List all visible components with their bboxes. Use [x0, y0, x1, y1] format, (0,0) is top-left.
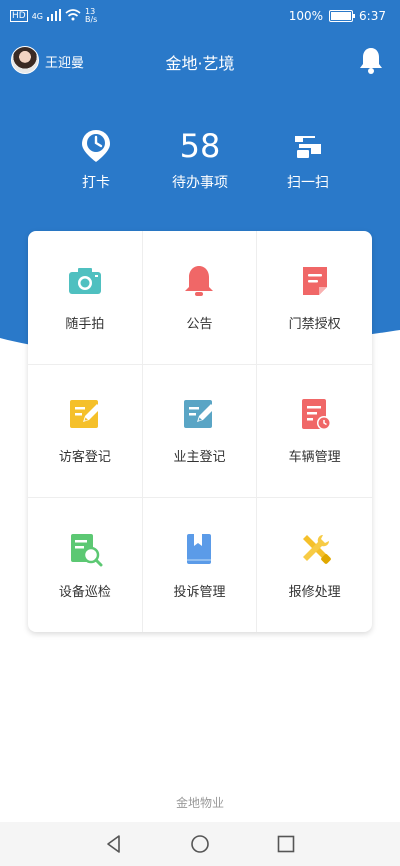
- grid-item-label: 门禁授权: [288, 316, 341, 332]
- battery-percent: 100%: [288, 9, 324, 23]
- clock-time: 6:37: [359, 9, 386, 23]
- back-icon[interactable]: [104, 834, 124, 854]
- grid-item-label: 访客登记: [58, 450, 111, 466]
- grid-item-label: 设备巡检: [58, 584, 111, 600]
- scan-icon: [295, 136, 321, 158]
- grid-item-label: 业主登记: [173, 450, 226, 466]
- wifi-icon: [65, 8, 81, 24]
- network-indicator: HD: [10, 10, 28, 22]
- todo-count: 58: [179, 127, 221, 165]
- top-bar: 王迎曼 金地·艺境: [0, 42, 400, 78]
- grid-item-access-control[interactable]: 门禁授权: [257, 231, 372, 365]
- clock-in-label: 打卡: [82, 175, 110, 191]
- grid-item-announcement[interactable]: 公告: [142, 231, 258, 365]
- scan-button[interactable]: 扫一扫: [248, 128, 368, 192]
- inspect-icon: [70, 533, 103, 567]
- footer-brand: 金地物业: [175, 796, 224, 810]
- todo-label: 待办事项: [172, 175, 228, 191]
- list-clock-icon: [301, 399, 331, 431]
- edit-icon: [69, 400, 101, 429]
- recent-apps-icon[interactable]: [276, 834, 296, 854]
- grid-item-owner-register[interactable]: 业主登记: [142, 364, 258, 499]
- grid-item-complaint-management[interactable]: 投诉管理: [143, 498, 258, 632]
- bell-icon: [185, 265, 214, 296]
- signal-icon: [47, 8, 61, 24]
- notification-bell-icon[interactable]: [358, 46, 384, 74]
- home-icon[interactable]: [190, 834, 210, 854]
- note-icon: [302, 266, 327, 295]
- grid-item-snapshot[interactable]: 随手拍: [28, 231, 143, 365]
- clock-icon: [82, 130, 110, 162]
- battery-icon: [329, 10, 356, 22]
- grid-item-visitor-register[interactable]: 访客登记: [28, 364, 143, 499]
- grid-item-label: 报修处理: [288, 584, 341, 600]
- scan-label: 扫一扫: [287, 175, 329, 191]
- camera-icon: [68, 267, 101, 294]
- todo-button[interactable]: 58 待办事项: [140, 128, 260, 192]
- signal-type: 4G: [31, 11, 43, 21]
- status-bar: HD 4G 13 B/s 100% 6:37: [0, 0, 400, 34]
- grid-item-label: 公告: [186, 316, 213, 332]
- grid-item-label: 投诉管理: [173, 584, 226, 600]
- network-speed-unit: B/s: [85, 15, 98, 24]
- grid-item-repair-handling[interactable]: 报修处理: [257, 498, 372, 632]
- tools-icon: [302, 534, 331, 564]
- bookmark-book-icon: [187, 533, 212, 564]
- grid-item-label: 车辆管理: [288, 450, 341, 466]
- grid-item-label: 随手拍: [65, 316, 105, 332]
- grid-item-equipment-inspection[interactable]: 设备巡检: [28, 498, 143, 632]
- function-grid-card: 随手拍 公告 门禁授权 访客登记 业主登记 车辆管理 设备巡检 投诉管理 报修处…: [28, 231, 372, 632]
- edit-icon: [184, 400, 216, 429]
- clock-in-button[interactable]: 打卡: [36, 128, 156, 192]
- grid-item-vehicle-management[interactable]: 车辆管理: [257, 365, 372, 499]
- system-navigation-bar: [0, 822, 400, 866]
- page-title: 金地·艺境: [165, 54, 235, 73]
